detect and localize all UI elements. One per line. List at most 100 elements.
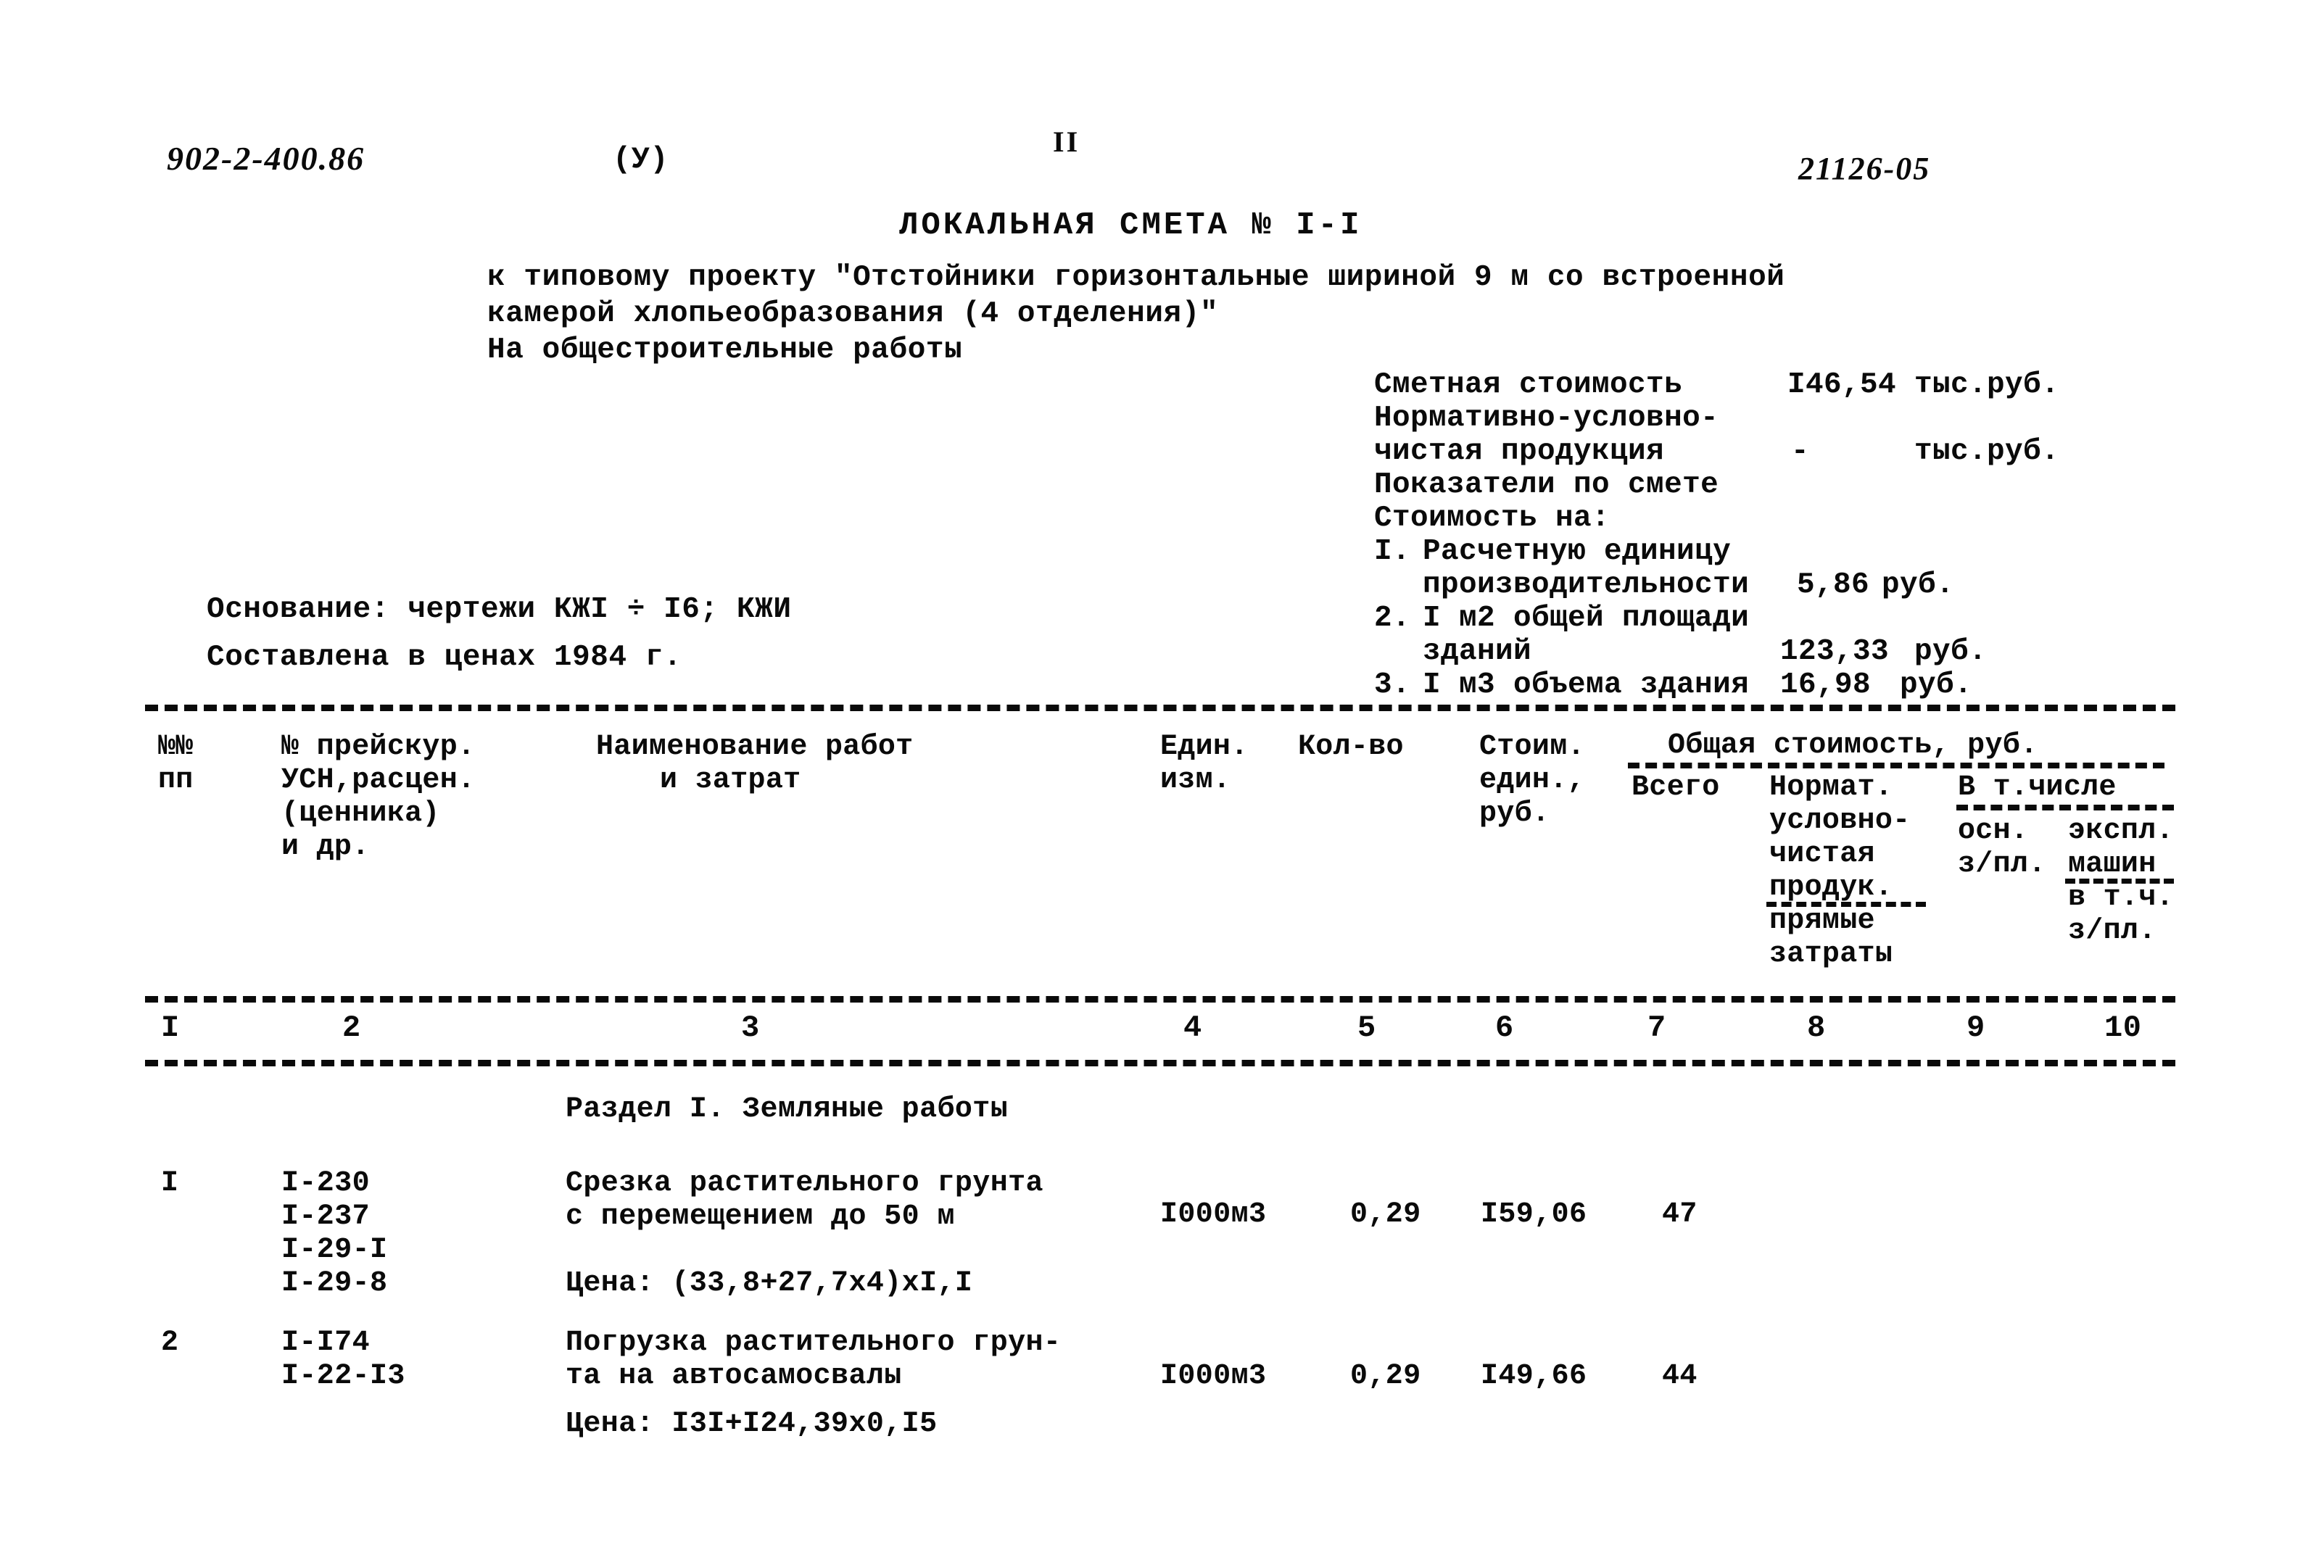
col-header-8-line2: условно- bbox=[1769, 805, 1911, 837]
col-header-4-line2: изм. bbox=[1160, 764, 1231, 797]
col-header-2-line2: УСН,расцен. bbox=[281, 764, 476, 797]
col-header-8-line3: чистая bbox=[1769, 838, 1875, 871]
column-number-9: 9 bbox=[1967, 1011, 1985, 1045]
row-price-note: Цена: I3I+I24,39х0,I5 bbox=[566, 1408, 938, 1440]
variant-mark: (У) bbox=[613, 142, 669, 177]
col-header-6-line3: руб. bbox=[1479, 797, 1550, 830]
col-header-10-line4: з/пл. bbox=[2068, 915, 2156, 947]
column-number-3: 3 bbox=[741, 1011, 760, 1045]
indicator-1-value: 5,86 bbox=[1797, 568, 1870, 602]
title-subline-1: к типовому проекту "Отстойники горизонта… bbox=[487, 261, 1785, 294]
indicator-2-unit: руб. bbox=[1914, 635, 1988, 668]
indicator-2-line2: зданий bbox=[1423, 635, 1532, 668]
indicator-2-num: 2. bbox=[1374, 602, 1411, 635]
col-header-2-line4: и др. bbox=[281, 831, 370, 863]
col-header-6-line2: един., bbox=[1479, 764, 1585, 797]
indicators-label: Показатели по смете bbox=[1374, 468, 1719, 502]
row-name-line-1: Погрузка растительного грун- bbox=[566, 1327, 1062, 1359]
estimate-cost-label: Сметная стоимость bbox=[1374, 368, 1683, 402]
row-code: I-237 bbox=[281, 1200, 371, 1233]
table-header-bottom-rule bbox=[145, 996, 2175, 1003]
indicator-3-num: 3. bbox=[1374, 668, 1411, 702]
page-folio: II bbox=[1053, 125, 1080, 158]
col-header-8-line6: затраты bbox=[1769, 938, 1893, 971]
indicator-2-value: 123,33 bbox=[1780, 635, 1890, 668]
row-total: 47 bbox=[1662, 1198, 1697, 1231]
indicator-3-unit: руб. bbox=[1900, 668, 1973, 702]
row-name-line-2: та на автосамосвалы bbox=[566, 1360, 902, 1393]
row-unit: I000м3 bbox=[1160, 1198, 1267, 1231]
col-header-10-line3: в т.ч. bbox=[2068, 882, 2174, 914]
col-header-8-line4: продук. bbox=[1769, 871, 1893, 904]
col-header-9-line2: з/пл. bbox=[1958, 848, 2046, 881]
table-body-top-rule bbox=[145, 1060, 2175, 1066]
net-product-label-1: Нормативно-условно- bbox=[1374, 402, 1719, 435]
row-qty: 0,29 bbox=[1350, 1198, 1421, 1231]
table-row: I bbox=[161, 1167, 179, 1200]
column-number-1: I bbox=[161, 1011, 180, 1045]
row-code: I-29-8 bbox=[281, 1267, 388, 1300]
net-product-value: - bbox=[1791, 435, 1810, 468]
net-product-label-2: чистая продукция bbox=[1374, 435, 1665, 468]
cost-for-label: Стоимость на: bbox=[1374, 502, 1610, 535]
col-header-8-line5: прямые bbox=[1769, 905, 1875, 937]
row-code: I-29-I bbox=[281, 1234, 388, 1266]
indicator-2-line1: I м2 общей площади bbox=[1423, 602, 1750, 635]
col-header-9-line1: осн. bbox=[1958, 815, 2029, 847]
col-header-2-line3: (ценника) bbox=[281, 797, 440, 830]
row-code: I-22-I3 bbox=[281, 1360, 405, 1393]
group-header-included-rule bbox=[1956, 805, 2174, 810]
col-header-7-line1: Всего bbox=[1632, 771, 1720, 804]
estimate-cost-value: I46,54 bbox=[1787, 368, 1897, 402]
row-qty: 0,29 bbox=[1350, 1360, 1421, 1393]
col-header-1-line2: пп bbox=[158, 764, 194, 797]
col-header-8-line1: Нормат. bbox=[1769, 771, 1893, 804]
col-header-3-line2: и затрат bbox=[660, 764, 801, 797]
archive-number: 21126-05 bbox=[1798, 151, 1931, 186]
col-header-4-line1: Един. bbox=[1160, 731, 1249, 763]
title-subline-2: камерой хлопьеобразования (4 отделения)" bbox=[487, 297, 1219, 331]
column-number-10: 10 bbox=[2104, 1011, 2142, 1045]
row-name-line-1: Срезка растительного грунта bbox=[566, 1167, 1043, 1200]
column-number-7: 7 bbox=[1647, 1011, 1666, 1045]
column-number-5: 5 bbox=[1357, 1011, 1376, 1045]
document-page: 902-2-400.86 (У) II 21126-05 ЛОКАЛЬНАЯ С… bbox=[0, 0, 2324, 1568]
col-header-1-line1: №№ bbox=[158, 731, 194, 763]
col-group-header-included: В т.числе bbox=[1958, 771, 2117, 804]
indicator-1-unit: руб. bbox=[1882, 568, 1955, 602]
document-number: 902-2-400.86 bbox=[167, 140, 365, 177]
indicator-1-num: I. bbox=[1374, 535, 1411, 568]
column-number-2: 2 bbox=[342, 1011, 361, 1045]
row-unit: I000м3 bbox=[1160, 1360, 1267, 1393]
indicator-1-line2: производительности bbox=[1423, 568, 1750, 602]
estimate-cost-unit: тыс.руб. bbox=[1914, 368, 2060, 402]
row-code: I-I74 bbox=[281, 1327, 371, 1359]
column-number-6: 6 bbox=[1495, 1011, 1514, 1045]
indicator-3-line1: I м3 объема здания bbox=[1423, 668, 1750, 702]
row-name-line-2: с перемещением до 50 м bbox=[566, 1200, 955, 1233]
indicator-1-line1: Расчетную единицу bbox=[1423, 535, 1732, 568]
table-row: 2 bbox=[161, 1327, 179, 1359]
col-header-6-line1: Стоим. bbox=[1479, 731, 1585, 763]
col-header-10-line1: экспл. bbox=[2068, 815, 2174, 847]
row-code: I-230 bbox=[281, 1167, 371, 1200]
row-price-note: Цена: (33,8+27,7х4)хI,I bbox=[566, 1267, 973, 1300]
section-title: Раздел I. Земляные работы bbox=[566, 1093, 1009, 1126]
basis-line-2: Составлена в ценах 1984 г. bbox=[207, 641, 682, 674]
row-unit-cost: I49,66 bbox=[1481, 1360, 1587, 1393]
column-number-4: 4 bbox=[1183, 1011, 1202, 1045]
row-unit-cost: I59,06 bbox=[1481, 1198, 1587, 1231]
title-subline-3: На общестроительные работы bbox=[487, 333, 963, 367]
page-title: ЛОКАЛЬНАЯ СМЕТА № I-I bbox=[899, 207, 1362, 244]
col-header-5-line1: Кол-во bbox=[1298, 731, 1404, 763]
group-header-total-rule bbox=[1628, 763, 2164, 768]
col-header-10-line2: машин bbox=[2068, 848, 2156, 881]
row-total: 44 bbox=[1662, 1360, 1697, 1393]
col-group-header-total: Общая стоимость, руб. bbox=[1668, 729, 2038, 762]
table-top-rule bbox=[145, 705, 2175, 711]
net-product-unit: тыс.руб. bbox=[1914, 435, 2060, 468]
indicator-3-value: 16,98 bbox=[1780, 668, 1872, 702]
basis-line-1: Основание: чертежи КЖI ÷ I6; КЖИ bbox=[207, 593, 792, 626]
col-header-3-line1: Наименование работ bbox=[596, 731, 914, 763]
col-header-2-line1: № прейскур. bbox=[281, 731, 476, 763]
